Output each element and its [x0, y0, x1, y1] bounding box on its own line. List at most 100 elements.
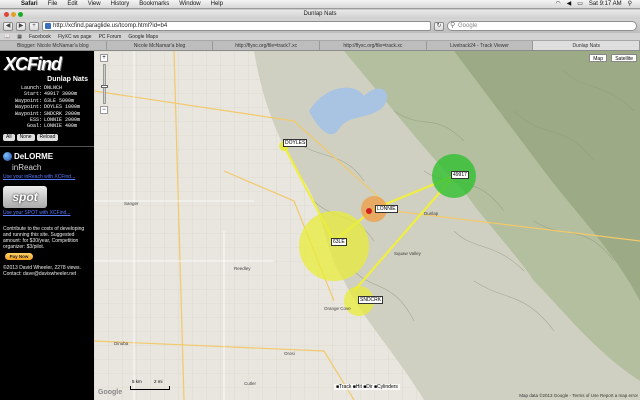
search-icon: ⚲ — [450, 22, 456, 29]
top-sites-icon[interactable]: ▦ — [17, 34, 22, 40]
task-name: Dunlap Nats — [47, 76, 88, 83]
place-label: Sanger — [124, 201, 139, 206]
spot-wordmark: spot — [12, 189, 38, 204]
menu-window[interactable]: Window — [174, 0, 205, 9]
menu-app[interactable]: Safari — [16, 0, 43, 9]
macos-menubar: Safari File Edit View History Bookmarks … — [0, 0, 640, 9]
bookmarks-book-icon[interactable]: 📖 — [4, 34, 10, 40]
copyright-text: ©2013 David Wheeler, 2278 views. Contact… — [3, 265, 91, 277]
waypoint-label-lonnie[interactable]: LONNIE — [375, 205, 398, 213]
pay-now-button[interactable]: Pay Now — [5, 252, 33, 260]
zoom-in-button[interactable]: + — [100, 54, 108, 62]
back-button[interactable]: ◀ — [3, 21, 13, 31]
all-button[interactable]: All — [3, 133, 15, 141]
map-type-satellite-button[interactable]: Satellite — [611, 54, 637, 62]
delorme-logo: DeLORME — [3, 151, 94, 161]
volume-icon[interactable]: ◀ — [567, 0, 572, 9]
plus-icon: + — [32, 22, 36, 29]
turnpoint-list: Launch: DNLNCH Start: 49917 3000m Waypoint… — [0, 85, 94, 130]
minimize-window-icon[interactable] — [11, 12, 16, 17]
waypoint-label-doyles[interactable]: DOYLES — [283, 139, 308, 147]
add-bookmark-button[interactable]: + — [29, 21, 39, 31]
place-label: Squaw Valley — [394, 251, 421, 256]
place-label: Orosi — [284, 351, 295, 356]
task-sidebar: XCFind Dunlap Nats Launch: DNLNCH Start: 4… — [0, 51, 94, 400]
address-bar[interactable]: http://xcfind.paraglide.us/tcomp.html?id… — [42, 21, 431, 31]
zoom-slider[interactable] — [100, 64, 108, 104]
forward-arrow-icon: ▶ — [18, 22, 24, 29]
spot-logo: spot — [3, 185, 47, 208]
place-label: Dinuba — [114, 341, 129, 346]
copyright-line: ©2013 David Wheeler, 2278 views. — [3, 264, 81, 271]
launch-marker[interactable] — [366, 208, 372, 214]
zoom-out-button[interactable]: − — [100, 106, 108, 114]
place-label: Reedley — [234, 266, 251, 271]
back-arrow-icon: ◀ — [5, 22, 11, 29]
wifi-icon[interactable]: ◠ — [555, 0, 560, 9]
delorme-link[interactable]: Use your inReach with XCFind... — [3, 174, 94, 180]
search-input[interactable]: ⚲ Google — [447, 21, 637, 31]
forward-button[interactable]: ▶ — [16, 21, 26, 31]
map-attribution[interactable]: Map data ©2013 Google - Terms of Use Rep… — [519, 393, 638, 398]
google-logo: Google — [98, 389, 123, 396]
battery-icon[interactable]: ▭ — [577, 0, 583, 9]
spot-link[interactable]: Use your SPOT with XCFind... — [3, 210, 94, 216]
bookmark-flyxc[interactable]: FlyXC ws page — [58, 34, 92, 40]
zoom-window-icon[interactable] — [18, 12, 23, 17]
tab-bar: Blogger: Nicole McNamar'a blog Nicole Mc… — [0, 41, 640, 51]
search-placeholder: Google — [458, 23, 478, 29]
map-legend[interactable]: ■Track ■Hit ■Dir ■Cylinders — [334, 384, 400, 390]
menubar-clock[interactable]: Sat 9:17 AM — [589, 0, 622, 9]
place-label: Orange Cove — [324, 306, 351, 311]
tab-livetrack24[interactable]: Livetrack24 - Track Viewer — [427, 41, 534, 50]
tab-flyxc-track[interactable]: http://flyxc.org/file=track.xc — [320, 41, 427, 50]
zoom-slider-thumb[interactable] — [100, 85, 108, 88]
delorme-wordmark: DeLORME — [14, 151, 54, 161]
xcfind-logo: XCFind — [4, 54, 62, 74]
tab-nicole-blog[interactable]: Nicole McNamar'a blog — [107, 41, 214, 50]
map-type-map-button[interactable]: Map — [589, 54, 607, 62]
turnpoint-row: Goal: LONNIE 400m — [26, 123, 78, 130]
reload-icon: ↻ — [436, 22, 442, 29]
browser-toolbar: ◀ ▶ + http://xcfind.paraglide.us/tcomp.h… — [0, 19, 640, 33]
site-favicon-icon — [45, 23, 51, 29]
place-label: Dunlap — [424, 211, 439, 216]
divider — [0, 145, 94, 147]
none-button[interactable]: None — [16, 133, 35, 141]
reload-button[interactable]: ↻ — [434, 21, 444, 31]
map-view[interactable]: + − Map Satellite DOYLES LONNIE 63LE SND… — [94, 51, 640, 400]
zoom-control: + − — [100, 54, 108, 116]
bookmarks-bar: 📖 ▦ Facebook FlyXC ws page PC Forum Goog… — [0, 33, 640, 41]
menu-help[interactable]: Help — [206, 0, 228, 9]
menu-history[interactable]: History — [106, 0, 135, 9]
inreach-wordmark: inReach — [12, 162, 42, 172]
window-titlebar: Dunlap Nats — [0, 10, 640, 19]
waypoint-label-63le[interactable]: 63LE — [331, 238, 347, 246]
spotlight-icon[interactable]: ⚲ — [628, 0, 632, 9]
menu-view[interactable]: View — [83, 0, 106, 9]
tab-dunlap-nats[interactable]: Dunlap Nats — [533, 41, 640, 50]
menu-edit[interactable]: Edit — [62, 0, 82, 9]
map-canvas[interactable] — [94, 51, 640, 400]
delorme-globe-icon — [3, 151, 12, 161]
waypoint-label-sndcrk[interactable]: SNDCRK — [358, 296, 384, 304]
cylinder-63le[interactable] — [299, 211, 369, 281]
pilot-filter-buttons: All None Reload — [3, 133, 94, 141]
waypoint-label-49917[interactable]: 49917 — [451, 171, 469, 179]
menu-file[interactable]: File — [43, 0, 63, 9]
tab-blogger[interactable]: Blogger: Nicole McNamar'a blog — [0, 41, 107, 50]
tab-flyxc-track7[interactable]: http://flyxc.org/file=track7.xc — [213, 41, 321, 50]
bookmark-google-maps[interactable]: Google Maps — [128, 34, 158, 40]
bookmark-pc-forum[interactable]: PC Forum — [99, 34, 122, 40]
place-label: Cutler — [244, 381, 257, 386]
reload-pilots-button[interactable]: Reload — [36, 133, 59, 141]
close-window-icon[interactable] — [4, 12, 9, 17]
map-scale-bar — [130, 386, 170, 390]
scale-label-km: 5 km — [132, 379, 142, 384]
scale-label-mi: 2 mi — [154, 379, 163, 384]
window-title: Dunlap Nats — [303, 11, 337, 17]
menu-bookmarks[interactable]: Bookmarks — [134, 0, 174, 9]
contribute-text: Contribute to the costs of developing an… — [3, 225, 85, 250]
bookmark-facebook[interactable]: Facebook — [29, 34, 51, 40]
contact-line: Contact: dave@daviswheeler.net — [3, 270, 77, 277]
